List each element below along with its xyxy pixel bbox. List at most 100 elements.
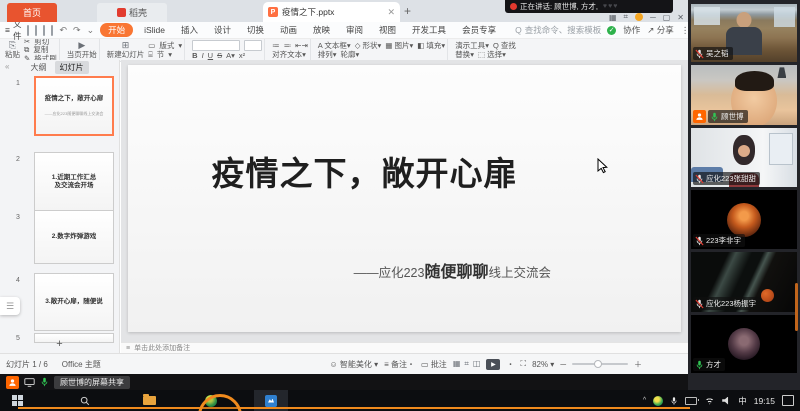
zoom-out-button[interactable]: ─ <box>560 360 566 369</box>
paste-button[interactable]: ⎘粘贴 <box>5 41 20 58</box>
present-tools-button[interactable]: 演示工具▾ <box>455 42 489 50</box>
slide-thumbnail-4[interactable]: 3.敞开心扉，随便说 <box>34 273 114 331</box>
maximize-button[interactable]: ▢ <box>663 13 671 22</box>
battery-icon[interactable] <box>685 397 697 405</box>
tab-islide[interactable]: iSlide <box>139 24 170 36</box>
new-tab-button[interactable]: + <box>404 4 411 18</box>
participant-tile[interactable]: 方才 <box>691 315 797 373</box>
find-button[interactable]: Q 查找 <box>493 42 516 50</box>
collab-button[interactable]: 协作 <box>623 24 640 36</box>
slide-thumbnail-1[interactable]: 疫情之下，敞开心扉 ——应化223随便聊聊线上交流会 <box>34 76 114 136</box>
font-color-icon[interactable]: A▾ <box>226 52 235 60</box>
clock[interactable]: 19:15 <box>754 396 775 406</box>
tab-outline[interactable]: 大纲 <box>31 62 47 73</box>
zoom-slider[interactable] <box>572 363 628 365</box>
select-button[interactable]: ⬚ 选择▾ <box>478 51 506 59</box>
fit-window-icon[interactable]: ⛶ <box>520 359 526 369</box>
tray-expand-icon[interactable]: ^ <box>643 397 646 404</box>
slide-sorter-icon[interactable]: ⌗ <box>464 359 469 369</box>
tray-app-icon[interactable] <box>653 396 663 406</box>
section-button[interactable]: ⌸ 节▾ <box>148 51 182 59</box>
meeting-app-icon[interactable] <box>6 376 19 389</box>
tab-animation[interactable]: 动画 <box>275 23 302 37</box>
tab-review[interactable]: 审阅 <box>341 23 368 37</box>
tab-close-icon[interactable]: ✕ <box>387 7 395 18</box>
notes-bar[interactable]: ≡ 单击此处添加备注 <box>121 342 688 353</box>
participant-tile[interactable]: 223李非宇 <box>691 190 797 249</box>
tab-home[interactable]: 开始 <box>100 23 133 37</box>
output-icon[interactable] <box>35 25 37 36</box>
slide-thumbnail-2[interactable]: 1.近期工作汇总 及交流会开场 <box>34 152 114 212</box>
layout-button[interactable]: ▭ 版式▾ <box>148 42 182 50</box>
arrange-button[interactable]: 排列▾ <box>318 51 337 59</box>
new-slide-button[interactable]: ⊞新建幻灯片 <box>107 41 145 58</box>
tab-design[interactable]: 设计 <box>209 23 236 37</box>
participant-tile[interactable]: 应化223张甜甜 <box>691 128 797 187</box>
undo-icon[interactable]: ↶ <box>59 25 67 36</box>
indent-icons[interactable]: ⇤⇥ <box>295 42 308 50</box>
replace-button[interactable]: 替换▾ <box>455 51 474 59</box>
notes-toggle-button[interactable]: ≡ 备注・ <box>384 359 415 370</box>
export-icon[interactable] <box>51 25 53 36</box>
layout-switch-icon[interactable]: ▦ <box>609 13 617 22</box>
home-tab[interactable]: 首页 <box>7 3 57 22</box>
participant-tile[interactable]: 吴之韬 <box>691 4 797 62</box>
ime-indicator[interactable]: 中 <box>738 395 747 407</box>
document-tab[interactable]: P 疫情之下.pptx ✕ <box>263 2 400 22</box>
close-button[interactable]: ✕ <box>677 13 684 22</box>
notification-center-icon[interactable] <box>782 395 794 406</box>
share-button[interactable]: ↗ 分享 <box>647 24 674 36</box>
tray-mic-icon[interactable] <box>670 396 678 406</box>
slide-thumbnail-3[interactable]: 2.数字炸弹游戏 <box>34 210 114 264</box>
fill-button[interactable]: ◧ 填充▾ <box>417 42 445 50</box>
tab-slideshow[interactable]: 放映 <box>308 23 335 37</box>
slide-navigator-button[interactable]: ☰ <box>0 297 20 315</box>
shape-button[interactable]: ◇ 形状▾ <box>355 42 382 50</box>
tab-insert[interactable]: 插入 <box>176 23 203 37</box>
more-dropdown-icon[interactable]: ⌄ <box>87 25 95 36</box>
minimize-button[interactable]: ─ <box>650 13 656 22</box>
activity-icon[interactable] <box>635 13 643 21</box>
font-size-input[interactable] <box>244 40 262 51</box>
slide-subtitle[interactable]: ——应化223随便聊聊线上交流会 <box>354 258 551 282</box>
italic-button[interactable]: I <box>202 52 204 60</box>
apps-grid-icon[interactable]: ⌗ <box>624 12 629 22</box>
bold-button[interactable]: B <box>192 52 197 60</box>
wifi-icon[interactable] <box>704 397 715 405</box>
save-icon[interactable] <box>27 25 29 36</box>
reading-view-icon[interactable]: ◫ <box>473 359 481 369</box>
font-name-input[interactable] <box>192 40 240 51</box>
participant-tile-speaking[interactable]: 顾世博 <box>691 65 797 125</box>
zoom-level[interactable]: 82% ▾ <box>532 360 554 369</box>
slideshow-play-button[interactable]: ▶ <box>486 359 500 370</box>
normal-view-icon[interactable]: ▦ <box>453 359 461 369</box>
tab-devtools[interactable]: 开发工具 <box>407 23 451 37</box>
play-from-page-button[interactable]: ▶当页开始 <box>67 41 97 58</box>
underline-button[interactable]: U <box>208 52 213 60</box>
strike-button[interactable]: S <box>217 52 222 60</box>
align-text-button[interactable]: 对齐文本▾ <box>272 51 306 59</box>
print-icon[interactable] <box>43 25 45 36</box>
tab-member[interactable]: 会员专享 <box>457 23 501 37</box>
picture-button[interactable]: ▦ 图片▾ <box>385 42 413 50</box>
panel-collapse-icon[interactable]: « <box>5 62 9 71</box>
textbox-button[interactable]: A 文本框▾ <box>318 42 351 50</box>
copy-button[interactable]: ⧉ 复制 <box>24 46 57 54</box>
current-slide[interactable]: 疫情之下，敞开心扉 ——应化223随便聊聊线上交流会 <box>128 65 681 332</box>
volume-icon[interactable] <box>722 397 731 405</box>
redo-icon[interactable]: ↷ <box>73 25 81 36</box>
tab-transition[interactable]: 切换 <box>242 23 269 37</box>
theme-name[interactable]: Office 主题 <box>62 359 101 370</box>
command-search[interactable]: Q 查找命令、搜索模板 <box>515 24 601 36</box>
sidebar-scrollbar[interactable] <box>795 283 798 331</box>
docer-tab[interactable]: 稻壳 <box>97 3 167 22</box>
superscript-icon[interactable]: x² <box>239 52 245 60</box>
tab-slides[interactable]: 幻灯片 <box>55 61 89 74</box>
number-list-icon[interactable]: ≕ <box>284 42 292 50</box>
add-slide-button[interactable]: + <box>0 339 119 350</box>
participant-tile[interactable]: 应化223杨振宇 <box>691 252 797 312</box>
cloud-sync-icon[interactable]: ✓ <box>607 26 616 35</box>
play-dropdown-icon[interactable]: ・ <box>506 359 514 370</box>
smart-beautify-button[interactable]: ☺ 智能美化 ▾ <box>330 359 379 370</box>
zoom-slider-knob[interactable] <box>594 360 602 368</box>
